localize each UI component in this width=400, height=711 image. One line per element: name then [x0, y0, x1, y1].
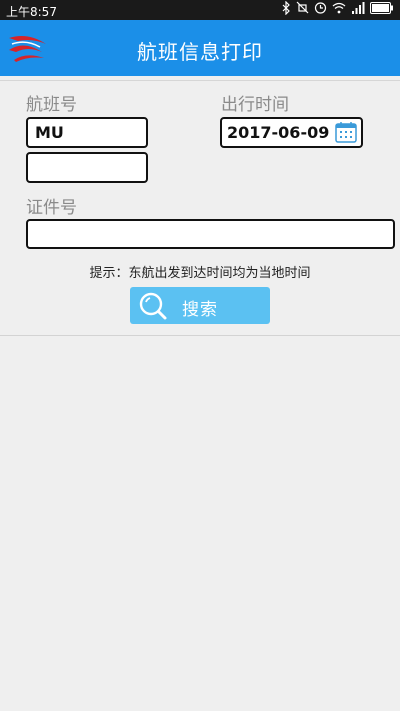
page-title: 航班信息打印: [137, 40, 263, 64]
status-icons: [282, 0, 394, 20]
flight-number-label: 航班号: [26, 95, 77, 115]
id-number-field[interactable]: [26, 219, 395, 249]
wifi-icon: [332, 2, 346, 19]
battery-icon: [370, 1, 394, 19]
travel-date-label: 出行时间: [221, 95, 289, 115]
app-bar: 航班信息打印: [0, 20, 400, 76]
flight-number-input[interactable]: [28, 154, 146, 181]
status-bar: 上午8:57: [0, 0, 400, 20]
bluetooth-icon: [282, 0, 291, 20]
signal-icon: [351, 1, 365, 19]
id-number-input[interactable]: [28, 221, 393, 247]
status-time: 上午8:57: [6, 5, 57, 19]
alarm-icon: [314, 1, 327, 19]
id-number-label: 证件号: [26, 198, 77, 218]
search-button-label: 搜索: [182, 300, 218, 320]
travel-date-value: 2017-06-09: [227, 123, 330, 142]
calendar-icon[interactable]: [334, 120, 358, 144]
mute-icon: [296, 1, 309, 19]
search-icon: [138, 291, 168, 321]
content-divider: [0, 335, 400, 336]
flight-number-field[interactable]: [26, 152, 148, 183]
flight-prefix-input[interactable]: [28, 119, 146, 146]
local-time-hint: 提示：东航出发到达时间均为当地时间: [89, 266, 311, 281]
search-button[interactable]: 搜索: [130, 287, 270, 324]
travel-date-field[interactable]: 2017-06-09: [220, 117, 363, 148]
flight-prefix-field[interactable]: [26, 117, 148, 148]
top-divider: [0, 80, 400, 81]
